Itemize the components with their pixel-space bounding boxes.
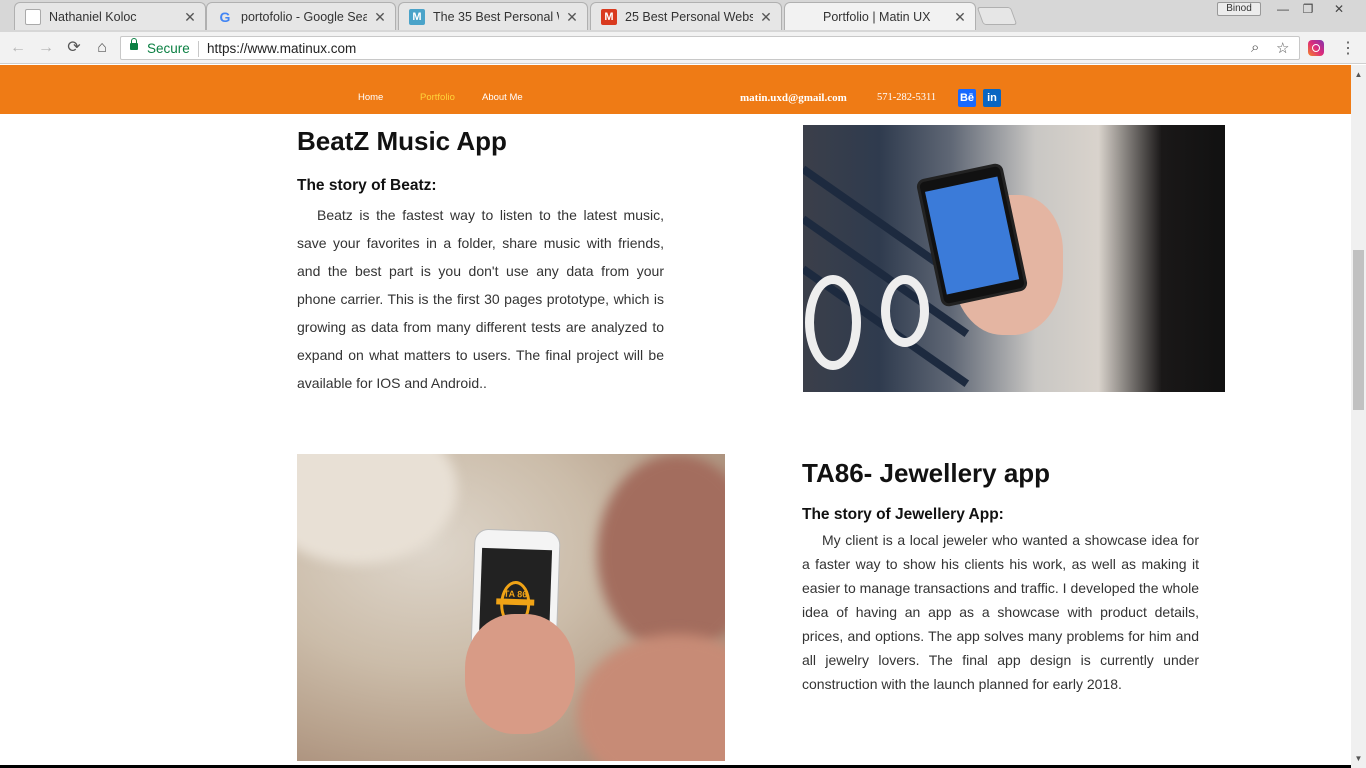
site-header: Home Portfolio About Me matin.uxd@gmail.… — [0, 65, 1351, 114]
close-icon[interactable]: ✕ — [953, 10, 967, 24]
beatz-app-photo[interactable] — [803, 125, 1225, 392]
close-icon[interactable]: ✕ — [373, 10, 387, 24]
behance-icon[interactable]: Bē — [958, 89, 976, 107]
profile-button[interactable]: Binod — [1217, 2, 1261, 16]
tab-strip: Nathaniel Koloc ✕ G portofolio - Google … — [0, 0, 1366, 32]
tab-google-search[interactable]: G portofolio - Google Searc ✕ — [206, 2, 396, 30]
close-icon[interactable]: ✕ — [183, 10, 197, 24]
lock-icon — [130, 38, 138, 50]
nav-home[interactable]: Home — [358, 92, 383, 103]
logo-band — [496, 598, 535, 606]
nav-about-me[interactable]: About Me — [482, 92, 523, 103]
project-title-ta86: TA86- Jewellery app — [802, 458, 1051, 488]
tab-nathaniel-koloc[interactable]: Nathaniel Koloc ✕ — [14, 2, 206, 30]
tab-title: portofolio - Google Searc — [241, 9, 367, 24]
address-bar[interactable]: Secure https://www.matinux.com ⌕ ☆ — [120, 36, 1300, 60]
linkedin-icon[interactable]: in — [983, 89, 1001, 107]
tab-title: Nathaniel Koloc — [49, 9, 137, 24]
blur-bg — [597, 454, 725, 654]
nav-portfolio[interactable]: Portfolio — [420, 92, 455, 103]
menu-dots-icon[interactable]: ⋮ — [1340, 38, 1356, 58]
headphones-right-cup — [881, 275, 929, 347]
scroll-up-arrow-icon[interactable]: ▲ — [1351, 67, 1366, 82]
blur-bg — [577, 634, 725, 761]
close-icon[interactable]: ✕ — [565, 10, 579, 24]
project-title-beatz: BeatZ Music App — [297, 126, 507, 156]
secure-label: Secure — [147, 41, 190, 56]
instagram-extension-icon[interactable] — [1308, 40, 1324, 56]
blur-bg — [297, 454, 457, 564]
divider — [198, 41, 199, 57]
star-icon[interactable]: ☆ — [1276, 39, 1289, 57]
hand-shape — [465, 614, 575, 734]
contact-email[interactable]: matin.uxd@gmail.com — [740, 92, 847, 104]
phone-shape — [915, 162, 1029, 308]
story-heading-ta86: The story of Jewellery App: — [802, 506, 1004, 523]
new-tab-button[interactable] — [976, 7, 1018, 25]
window-close-icon[interactable]: ✕ — [1326, 1, 1352, 17]
google-icon: G — [219, 8, 231, 25]
project-description-beatz: Beatz is the fastest way to listen to th… — [297, 207, 664, 391]
zoom-search-icon[interactable]: ⌕ — [1251, 39, 1259, 56]
headphones-left-cup — [805, 275, 861, 370]
m-icon: M — [409, 8, 425, 25]
minimize-icon[interactable]: — — [1270, 1, 1296, 17]
ta86-app-photo[interactable]: TA 86 — [297, 454, 725, 761]
scroll-down-arrow-icon[interactable]: ▼ — [1351, 751, 1366, 766]
forward-arrow-icon[interactable]: → — [36, 38, 56, 58]
scrollbar-thumb[interactable] — [1353, 250, 1364, 410]
blank-favicon — [795, 9, 815, 25]
tab-25-best-personal-websites[interactable]: M 25 Best Personal Website ✕ — [590, 2, 782, 30]
browser-toolbar: ← → ⟳ ⌂ Secure https://www.matinux.com ⌕… — [0, 32, 1366, 64]
tab-portfolio-matin-ux[interactable]: Portfolio | Matin UX ✕ — [784, 2, 976, 30]
project-description-ta86: My client is a local jeweler who wanted … — [802, 532, 1199, 692]
tab-title: 25 Best Personal Website — [625, 9, 753, 24]
page-icon — [25, 8, 41, 25]
page-scrollbar[interactable] — [1351, 65, 1366, 768]
reload-icon[interactable]: ⟳ — [64, 38, 84, 58]
tab-title: Portfolio | Matin UX — [823, 9, 931, 24]
close-icon[interactable]: ✕ — [759, 10, 773, 24]
phone-screen — [924, 176, 1020, 295]
m-red-icon: M — [601, 8, 617, 25]
back-arrow-icon[interactable]: ← — [8, 38, 28, 58]
url-text[interactable]: https://www.matinux.com — [207, 41, 356, 56]
home-icon[interactable]: ⌂ — [92, 38, 112, 58]
tab-title: The 35 Best Personal Web — [433, 9, 559, 24]
story-heading-beatz: The story of Beatz: — [297, 177, 437, 194]
tab-35-best-personal-websites[interactable]: M The 35 Best Personal Web ✕ — [398, 2, 588, 30]
restore-icon[interactable]: ❐ — [1295, 1, 1321, 17]
contact-phone: 571-282-5311 — [877, 92, 937, 103]
